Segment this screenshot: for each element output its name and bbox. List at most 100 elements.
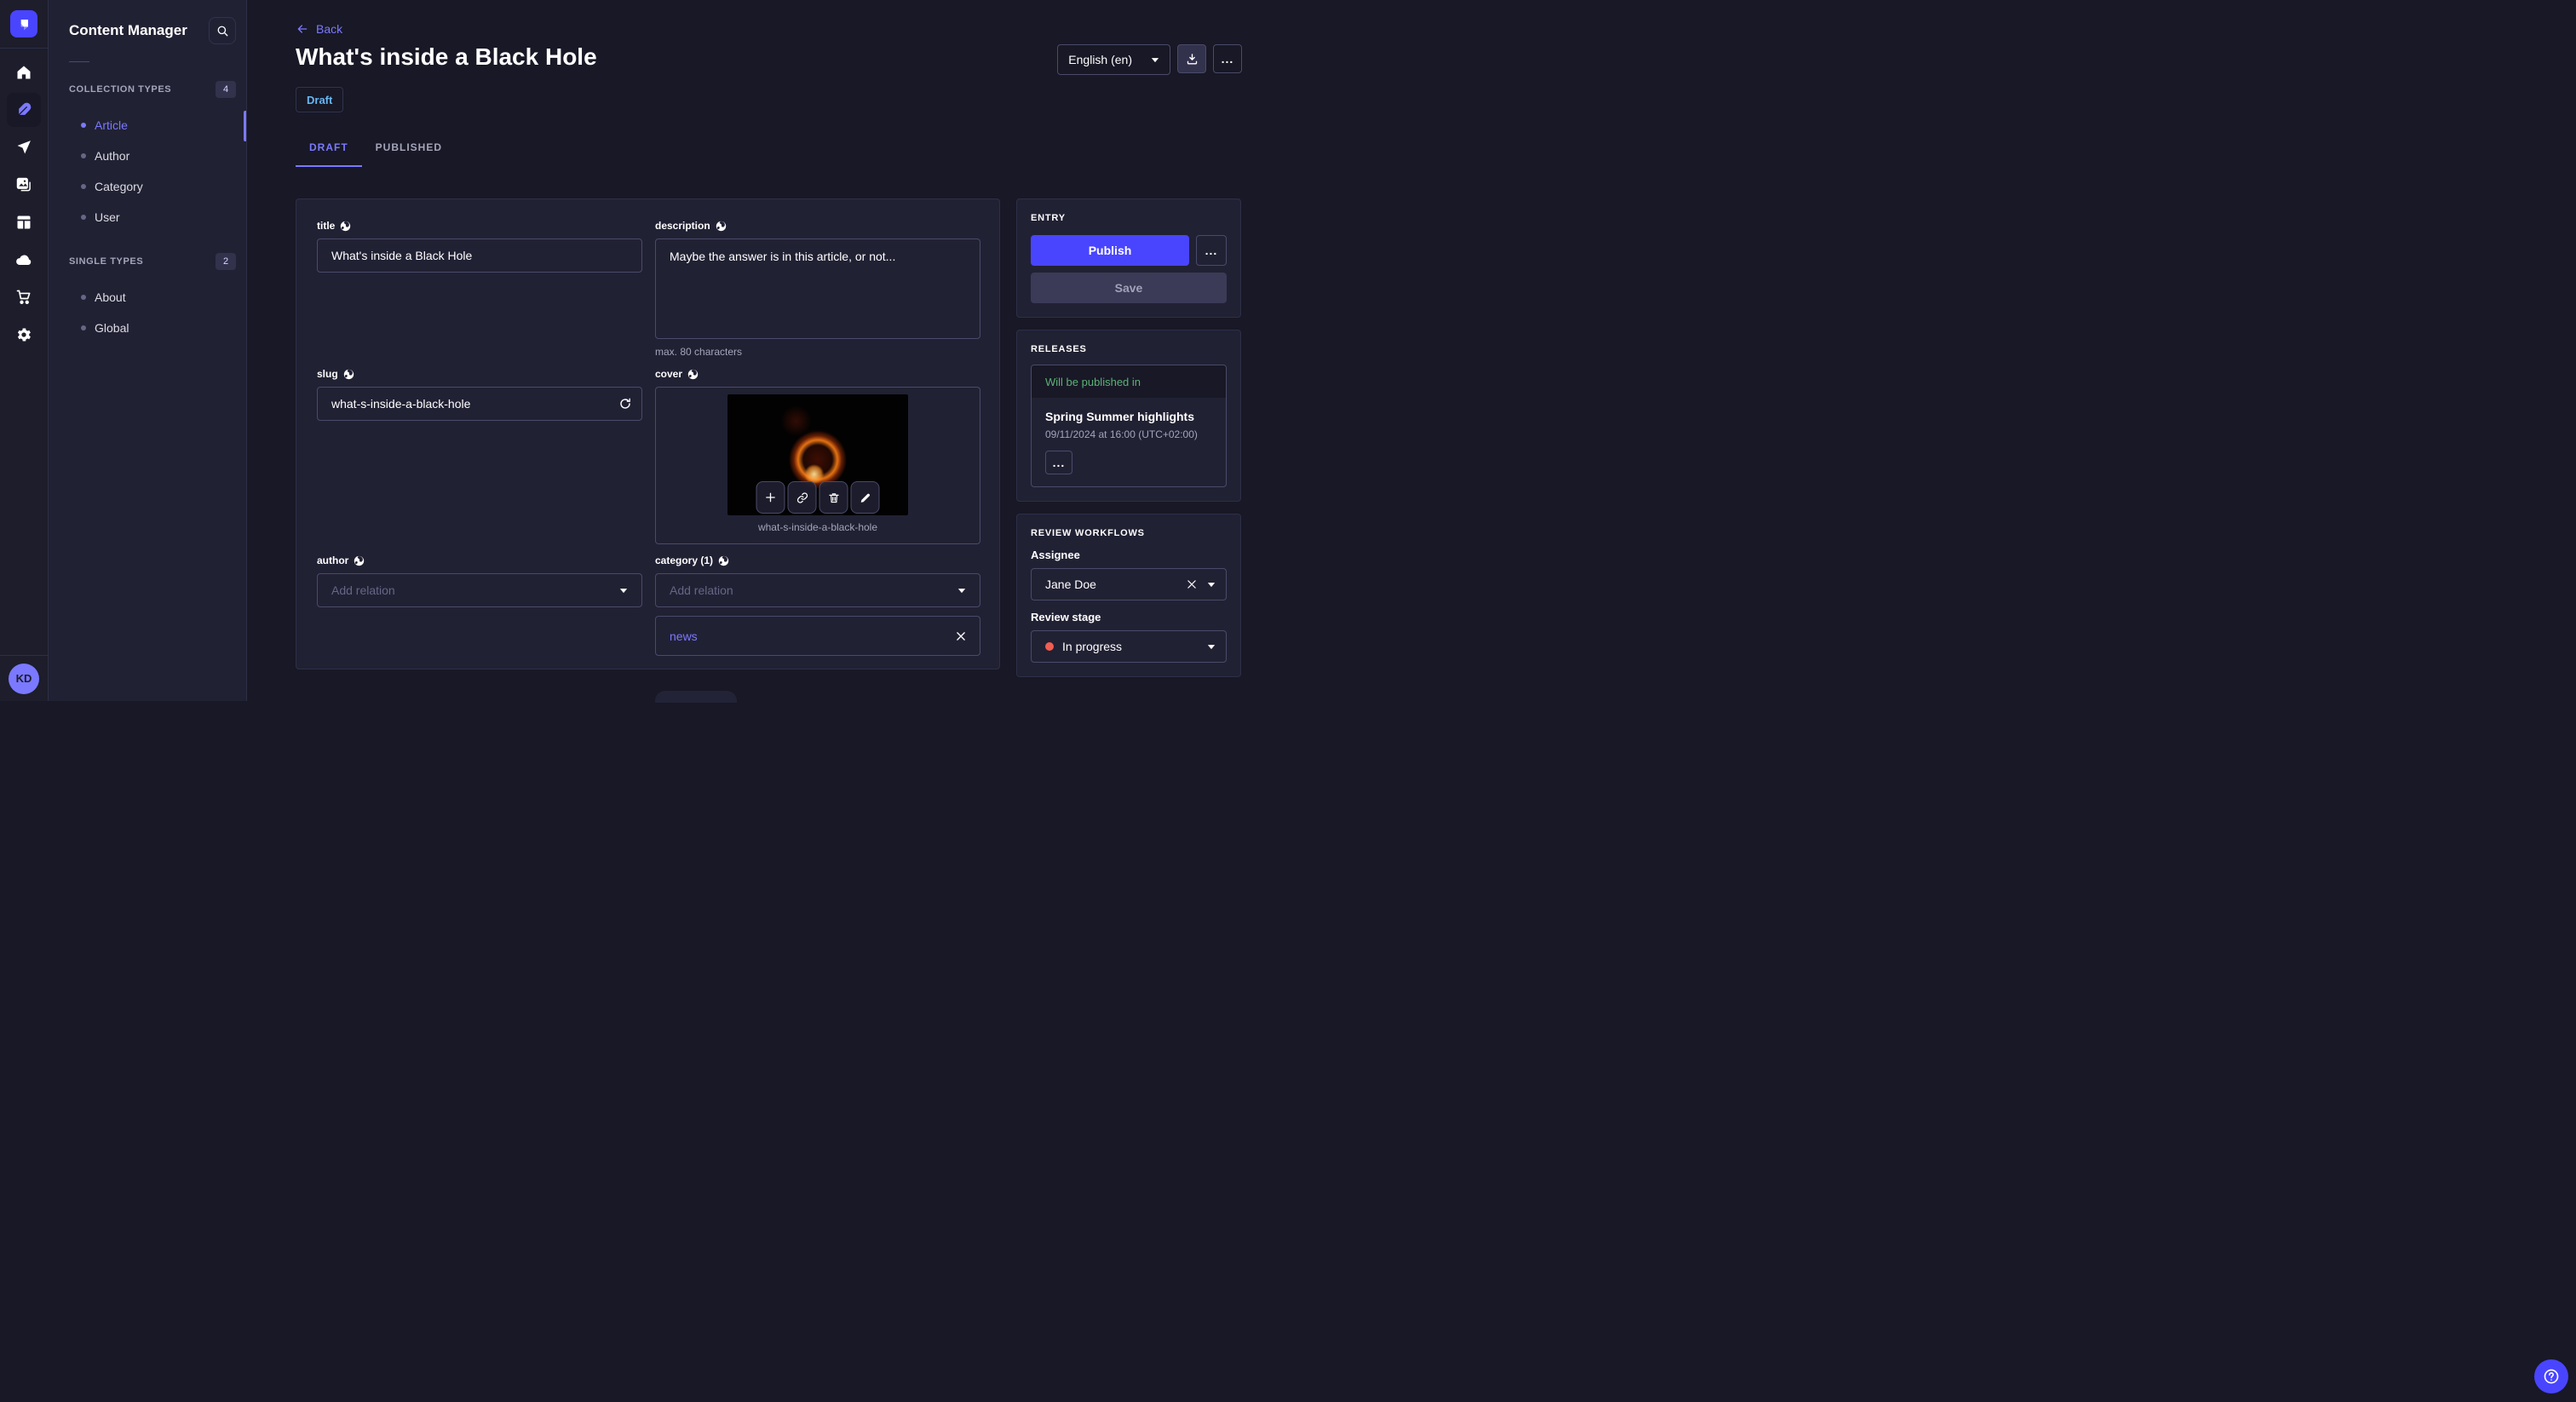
back-link[interactable]: Back: [296, 0, 342, 36]
download-button[interactable]: [1177, 44, 1206, 73]
help-question-icon: [2544, 1369, 2559, 1384]
field-label: category (1): [655, 554, 714, 566]
globe-icon: [341, 221, 351, 231]
more-horizontal-icon: ...: [1052, 455, 1066, 469]
content-manager-feather-icon[interactable]: [7, 93, 41, 127]
category-field: category (1) Add relation news: [655, 554, 980, 656]
add-media-button[interactable]: [756, 481, 785, 514]
close-icon: [957, 631, 965, 641]
sidebar-item-user[interactable]: User: [49, 202, 246, 233]
globe-icon: [718, 555, 729, 566]
title-field: title: [317, 220, 642, 358]
entry-panel: ENTRY Publish ... Save: [1016, 198, 1241, 318]
marketplace-cart-icon[interactable]: [7, 280, 41, 314]
sidebar-item-label: User: [95, 210, 120, 224]
release-status: Will be published in: [1032, 365, 1226, 398]
description-field: description Maybe the answer is in this …: [655, 220, 980, 358]
chevron-down-icon: [1207, 644, 1216, 649]
locale-select[interactable]: English (en): [1057, 44, 1170, 75]
sidebar-item-global[interactable]: Global: [49, 313, 246, 343]
field-label: author: [317, 554, 349, 566]
edit-media-button[interactable]: [850, 481, 880, 514]
field-label: cover: [655, 368, 683, 380]
content-type-builder-icon[interactable]: [7, 205, 41, 239]
user-avatar[interactable]: KD: [9, 663, 39, 694]
sidebar-item-label: Global: [95, 321, 129, 335]
more-options-button[interactable]: ...: [1213, 44, 1242, 73]
tab-published[interactable]: PUBLISHED: [362, 141, 456, 167]
settings-gear-icon[interactable]: [7, 318, 41, 352]
select-placeholder: Add relation: [331, 583, 395, 597]
description-textarea[interactable]: Maybe the answer is in this article, or …: [655, 238, 980, 339]
search-icon: [217, 26, 227, 36]
content-manager-subnav: Content Manager COLLECTION TYPES 4 Artic…: [49, 0, 247, 701]
subnav-title: Content Manager: [69, 22, 187, 38]
review-stage-combobox[interactable]: In progress: [1031, 630, 1227, 663]
release-name: Spring Summer highlights: [1045, 410, 1195, 423]
version-tabs: DRAFT PUBLISHED: [296, 141, 1242, 167]
sidebar-item-article[interactable]: Article: [49, 110, 246, 141]
releases-panel: RELEASES Will be published in Spring Sum…: [1016, 330, 1241, 502]
plus-icon: [766, 492, 775, 503]
rail-nav: [0, 49, 48, 655]
relation-link[interactable]: news: [670, 629, 698, 643]
release-more-button[interactable]: ...: [1045, 451, 1072, 474]
main-content: Back What's inside a Black Hole Draft DR…: [247, 0, 1288, 703]
status-badge: Draft: [296, 87, 344, 112]
chevron-down-icon: [1207, 582, 1216, 587]
slug-field: slug: [317, 368, 642, 544]
title-input[interactable]: [317, 238, 642, 273]
help-button[interactable]: [2534, 1359, 2568, 1393]
back-label: Back: [316, 22, 343, 36]
assignee-combobox[interactable]: Jane Doe: [1031, 568, 1227, 600]
entry-more-button[interactable]: ...: [1196, 235, 1227, 266]
review-workflows-panel: REVIEW WORKFLOWS Assignee Jane Doe Revie…: [1016, 514, 1241, 677]
header-actions: English (en) ...: [1057, 44, 1242, 75]
arrow-left-icon: [297, 25, 308, 33]
refresh-icon: [620, 398, 630, 409]
publish-button[interactable]: Publish: [1031, 235, 1189, 266]
author-relation-select[interactable]: Add relation: [317, 573, 642, 607]
home-icon[interactable]: [7, 55, 41, 89]
relation-item-news: news: [655, 616, 980, 656]
paper-plane-icon[interactable]: [7, 130, 41, 164]
category-relation-select[interactable]: Add relation: [655, 573, 980, 607]
sidebar-item-category[interactable]: Category: [49, 171, 246, 202]
tab-draft[interactable]: DRAFT: [296, 141, 362, 167]
clear-icon[interactable]: [1187, 579, 1197, 589]
rail-logo-area: [0, 0, 48, 49]
pencil-icon: [860, 493, 870, 503]
cover-caption: what-s-inside-a-black-hole: [757, 521, 878, 533]
bullet-icon: [81, 184, 86, 189]
remove-relation-button[interactable]: [956, 631, 966, 641]
rail-user-area: KD: [0, 655, 48, 701]
sidebar-item-label: Article: [95, 118, 128, 132]
release-card: Will be published in Spring Summer highl…: [1031, 365, 1227, 487]
strapi-logo[interactable]: [10, 10, 37, 37]
save-button[interactable]: Save: [1031, 273, 1227, 303]
chevron-down-icon: [957, 588, 966, 593]
globe-icon: [354, 555, 365, 566]
field-label: title: [317, 220, 336, 232]
copy-link-button[interactable]: [787, 481, 817, 514]
right-sidebar: ENTRY Publish ... Save RELEASES Will be …: [1016, 198, 1241, 677]
bullet-icon: [81, 295, 86, 300]
sidebar-item-label: About: [95, 290, 126, 304]
cloud-icon[interactable]: [7, 243, 41, 277]
strapi-logo-icon: [20, 20, 28, 31]
search-button[interactable]: [209, 17, 236, 44]
regenerate-slug-button[interactable]: [618, 397, 632, 411]
bullet-icon: [81, 325, 86, 330]
chevron-down-icon: [619, 588, 628, 593]
locale-select-value: English (en): [1068, 53, 1132, 66]
media-library-icon[interactable]: [7, 168, 41, 202]
delete-media-button[interactable]: [819, 481, 848, 514]
sidebar-item-about[interactable]: About: [49, 282, 246, 313]
sidebar-item-label: Category: [95, 180, 143, 193]
sidebar-item-author[interactable]: Author: [49, 141, 246, 171]
entry-form-card: title description Maybe the answer is in…: [296, 198, 1000, 669]
slug-input[interactable]: [317, 387, 642, 421]
globe-icon: [716, 221, 726, 231]
single-types-section: SINGLE TYPES 2 About Global: [49, 253, 246, 343]
active-item-indicator: [244, 111, 246, 141]
